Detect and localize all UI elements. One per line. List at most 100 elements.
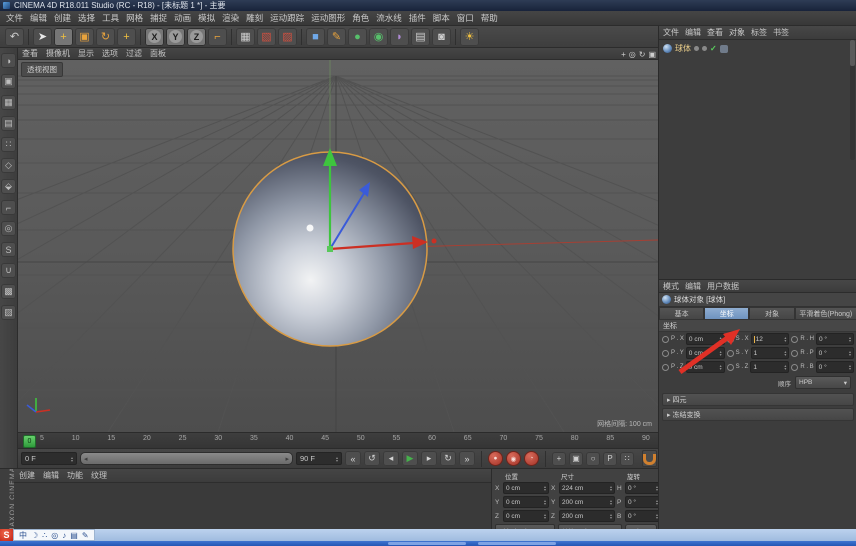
py-field[interactable]: 0 cm ▴ ▾ (685, 347, 725, 359)
material-menu-create[interactable]: 创建 (19, 470, 35, 481)
px-field[interactable]: 0 cm ▴ ▾ (685, 333, 725, 345)
material-menu-function[interactable]: 功能 (67, 470, 83, 481)
menu-item-select[interactable]: 选择 (78, 12, 95, 24)
am-menu-edit[interactable]: 编辑 (685, 281, 701, 292)
object-name[interactable]: 球体 (675, 43, 691, 54)
ime-mode-chinese[interactable]: 中 (19, 530, 27, 541)
ime-tools-icon[interactable]: ✎ (82, 531, 89, 540)
workplane-icon[interactable]: ▩ (1, 284, 16, 299)
scrollbar-left-arrow[interactable]: ◂ (84, 455, 88, 463)
viewport-menu-panel[interactable]: 面板 (150, 48, 166, 59)
viewport-solo-icon[interactable]: ◎ (1, 221, 16, 236)
ime-emoji-icon[interactable]: ◎ (51, 531, 58, 540)
material-manager[interactable]: 创建 编辑 功能 纹理 (14, 468, 492, 530)
points-mode-icon[interactable]: ∷ (1, 137, 16, 152)
rp-field[interactable]: 0 ° ▴ ▾ (815, 347, 854, 359)
primitive-cube-icon[interactable]: ■ (306, 27, 325, 46)
timeline-scrollbar[interactable]: ◂ ▸ (80, 452, 293, 465)
menu-item-help[interactable]: 帮助 (481, 12, 498, 24)
material-menu-texture[interactable]: 纹理 (91, 470, 107, 481)
model-mode-icon[interactable]: ▣ (1, 74, 16, 89)
lock-z-axis-icon[interactable]: Z (187, 27, 206, 46)
section-freeze-transform[interactable]: ▸ 冻结变换 (662, 408, 854, 421)
rb-field[interactable]: 0 ° ▴ ▾ (815, 361, 854, 373)
menu-item-simulate[interactable]: 模拟 (198, 12, 215, 24)
light-icon[interactable]: ☀ (460, 27, 479, 46)
keyframe-dot[interactable] (791, 363, 799, 371)
scale-tool-icon[interactable]: ▣ (75, 27, 94, 46)
environment-icon[interactable]: ◗ (390, 27, 409, 46)
scrollbar-right-arrow[interactable]: ▸ (285, 455, 289, 463)
menu-item-render[interactable]: 渲染 (222, 12, 239, 24)
play-button[interactable]: ▶ (402, 451, 418, 466)
deformer-icon[interactable]: ◉ (369, 27, 388, 46)
keyframe-dot[interactable] (662, 363, 669, 371)
rot-b-field[interactable]: 0 ° ▴ ▾ (625, 510, 661, 522)
workplane-layers-icon[interactable]: ▤ (1, 116, 16, 131)
menu-item-sculpt[interactable]: 雕刻 (246, 12, 263, 24)
viewport-tab-perspective[interactable]: 透视视图 (21, 62, 63, 77)
pos-z-field[interactable]: 0 cm ▴ ▾ (503, 510, 549, 522)
tab-basic[interactable]: 基本 (659, 307, 705, 320)
am-menu-userdata[interactable]: 用户数据 (707, 281, 739, 292)
keyframe-dot[interactable] (791, 349, 799, 357)
menu-item-mesh[interactable]: 网格 (126, 12, 143, 24)
om-menu-view[interactable]: 查看 (707, 27, 723, 38)
spinner-icon[interactable]: ▴ ▾ (336, 455, 338, 462)
object-row-sphere[interactable]: 球体 ✓ (659, 42, 856, 55)
move-tool-icon[interactable]: + (54, 27, 73, 46)
next-frame-button[interactable]: ▸ (421, 451, 437, 466)
coordinates-section-header[interactable]: 坐标 (659, 320, 856, 332)
om-menu-bookmarks[interactable]: 书签 (773, 27, 789, 38)
play-backwards-button[interactable]: ↺ (364, 451, 380, 466)
edges-mode-icon[interactable]: ◇ (1, 158, 16, 173)
polygons-mode-icon[interactable]: ⬙ (1, 179, 16, 194)
ime-sound-icon[interactable]: ♪ (62, 531, 66, 540)
pos-y-field[interactable]: 0 cm ▴ ▾ (503, 496, 549, 508)
menu-item-snap[interactable]: 捕捉 (150, 12, 167, 24)
sx-field[interactable]: 12 ▴ ▾ (750, 333, 790, 345)
taskbar-window-button[interactable] (478, 542, 556, 545)
spline-pen-icon[interactable]: ✎ (327, 27, 346, 46)
viewport-menu-view[interactable]: 查看 (22, 48, 38, 59)
subdivision-surface-icon[interactable]: ● (348, 27, 367, 46)
toggle-view-icon[interactable]: ▣ (648, 50, 656, 59)
pz-field[interactable]: 0 cm ▴ ▾ (685, 361, 725, 373)
keyframe-dot[interactable] (726, 335, 734, 343)
viewport-menu-cameras[interactable]: 摄像机 (46, 48, 70, 59)
magnet-snap-icon[interactable]: ∪ (1, 263, 16, 278)
render-view-icon[interactable]: ▦ (236, 27, 255, 46)
phong-tag-icon[interactable] (719, 44, 728, 53)
rotate-tool-icon[interactable]: ↻ (96, 27, 115, 46)
live-selection-icon[interactable]: ➤ (33, 27, 52, 46)
menu-item-mograph[interactable]: 运动图形 (311, 12, 345, 24)
sogou-logo[interactable]: S (0, 529, 13, 541)
rh-field[interactable]: 0 ° ▴ ▾ (816, 333, 854, 345)
size-x-field[interactable]: 224 cm ▴ ▾ (559, 482, 615, 494)
timeline-ruler[interactable]: 0 5 10 15 20 25 30 35 40 45 50 55 60 65 … (18, 432, 660, 448)
object-manager-scrollbar[interactable] (850, 40, 855, 160)
ime-dots-icon[interactable]: ∴ (42, 531, 47, 540)
menu-item-create[interactable]: 创建 (54, 12, 71, 24)
snap-icon[interactable]: S (1, 242, 16, 257)
menu-item-motion-tracker[interactable]: 运动跟踪 (270, 12, 304, 24)
om-menu-tags[interactable]: 标签 (751, 27, 767, 38)
snap-magnet-button[interactable] (642, 450, 657, 467)
visibility-dot-render[interactable] (702, 46, 707, 51)
viewport-menu-options[interactable]: 选项 (102, 48, 118, 59)
size-y-field[interactable]: 200 cm ▴ ▾ (559, 496, 615, 508)
windows-taskbar[interactable] (0, 541, 856, 546)
end-frame-field[interactable]: 90 F ▴ ▾ (296, 452, 342, 465)
material-menu-edit[interactable]: 编辑 (43, 470, 59, 481)
viewport-menu-display[interactable]: 显示 (78, 48, 94, 59)
go-to-end-button[interactable]: » (459, 451, 475, 466)
render-settings-icon[interactable]: ▨ (278, 27, 297, 46)
menu-item-plugins[interactable]: 插件 (409, 12, 426, 24)
rot-p-field[interactable]: 0 ° ▴ ▾ (625, 496, 661, 508)
viewport-canvas[interactable]: 网格间隔: 100 cm (0, 60, 856, 433)
rotate-view-icon[interactable]: ↻ (639, 50, 646, 59)
taskbar-window-button[interactable] (388, 542, 466, 545)
tab-coordinates[interactable]: 坐标 (704, 307, 750, 320)
current-frame-field[interactable]: 0 F ▴ ▾ (21, 452, 77, 465)
viewport[interactable]: 查看 摄像机 显示 选项 过滤 面板 + ◎ ↻ ▣ 透视视图 网格间隔: 10… (0, 48, 856, 433)
